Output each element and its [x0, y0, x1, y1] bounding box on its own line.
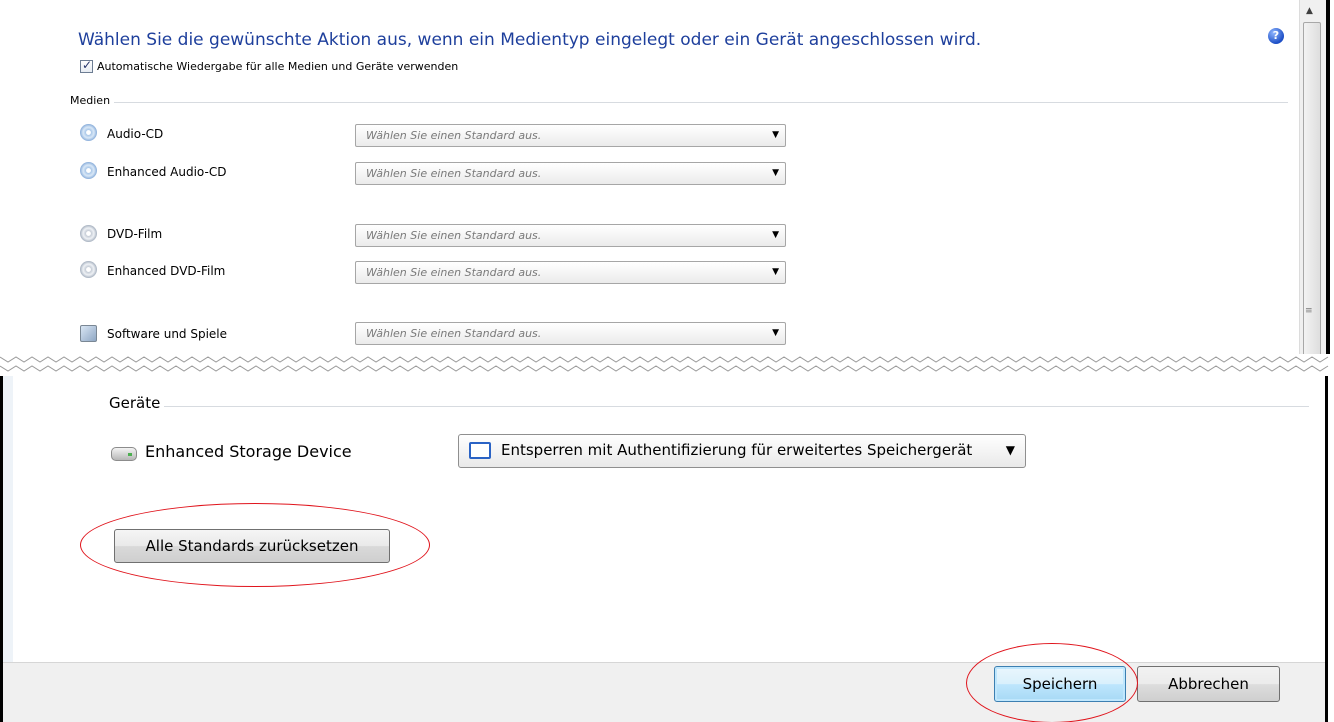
media-label-software-und-spiele: Software und Spiele [107, 327, 228, 341]
top-panel: Wählen Sie die gewünschte Aktion aus, we… [0, 0, 1334, 360]
autoplay-checkbox-label[interactable]: Automatische Wiedergabe für alle Medien … [97, 60, 458, 73]
select-value: Wählen Sie einen Standard aus. [366, 229, 542, 242]
enhanced-audio-cd-select[interactable]: Wählen Sie einen Standard aus. ▼ [355, 162, 786, 185]
software-icon [80, 325, 97, 342]
media-label-audio-cd: Audio-CD [107, 127, 164, 141]
media-label-enhanced-audio-cd: Enhanced Audio-CD [107, 165, 227, 179]
autoplay-checkbox[interactable] [80, 58, 93, 73]
media-label-enhanced-dvd-film: Enhanced DVD-Film [107, 264, 226, 278]
scroll-up-arrow-icon[interactable]: ▲ [1306, 6, 1313, 16]
storage-drive-icon [111, 447, 137, 461]
audio-cd-icon [80, 124, 97, 141]
chevron-down-icon: ▼ [772, 328, 779, 338]
reset-all-defaults-button[interactable]: Alle Standards zurücksetzen [114, 529, 390, 563]
help-icon[interactable]: ? [1268, 28, 1284, 44]
audio-cd-icon [80, 162, 97, 179]
chevron-down-icon: ▼ [1005, 443, 1015, 457]
audio-cd-select[interactable]: Wählen Sie einen Standard aus. ▼ [355, 124, 786, 147]
window-icon [469, 442, 491, 459]
media-group-divider [70, 102, 1288, 103]
software-und-spiele-select[interactable]: Wählen Sie einen Standard aus. ▼ [355, 322, 786, 345]
dvd-icon [80, 225, 97, 242]
media-group-label: Medien [70, 94, 115, 107]
devices-group-divider [109, 406, 1309, 407]
bottom-panel: Geräte Enhanced Storage Device Entsperre… [0, 376, 1334, 722]
chevron-down-icon: ▼ [772, 230, 779, 240]
media-label-dvd-film: DVD-Film [107, 227, 163, 241]
dvd-icon [80, 261, 97, 278]
torn-edge-divider [0, 354, 1334, 376]
chevron-down-icon: ▼ [772, 130, 779, 140]
dvd-film-select[interactable]: Wählen Sie einen Standard aus. ▼ [355, 224, 786, 247]
save-button[interactable]: Speichern [994, 666, 1126, 702]
select-value: Wählen Sie einen Standard aus. [366, 266, 542, 279]
page-title: Wählen Sie die gewünschte Aktion aus, we… [78, 30, 982, 50]
enhanced-storage-select[interactable]: Entsperren mit Authentifizierung für erw… [458, 434, 1026, 468]
select-value: Wählen Sie einen Standard aus. [366, 129, 542, 142]
window-border [1326, 0, 1330, 360]
vertical-scrollbar[interactable]: ▲ ≡ [1299, 0, 1326, 360]
cancel-button[interactable]: Abbrechen [1137, 666, 1280, 702]
scrollbar-grip-icon: ≡ [1305, 306, 1313, 316]
devices-group-label: Geräte [109, 394, 165, 412]
chevron-down-icon: ▼ [772, 168, 779, 178]
device-label-enhanced-storage: Enhanced Storage Device [145, 442, 352, 461]
dialog-footer [3, 662, 1325, 722]
enhanced-dvd-film-select[interactable]: Wählen Sie einen Standard aus. ▼ [355, 261, 786, 284]
select-value: Wählen Sie einen Standard aus. [366, 327, 542, 340]
select-value: Entsperren mit Authentifizierung für erw… [501, 441, 973, 459]
select-value: Wählen Sie einen Standard aus. [366, 167, 542, 180]
chevron-down-icon: ▼ [772, 267, 779, 277]
window-border [1325, 376, 1328, 722]
